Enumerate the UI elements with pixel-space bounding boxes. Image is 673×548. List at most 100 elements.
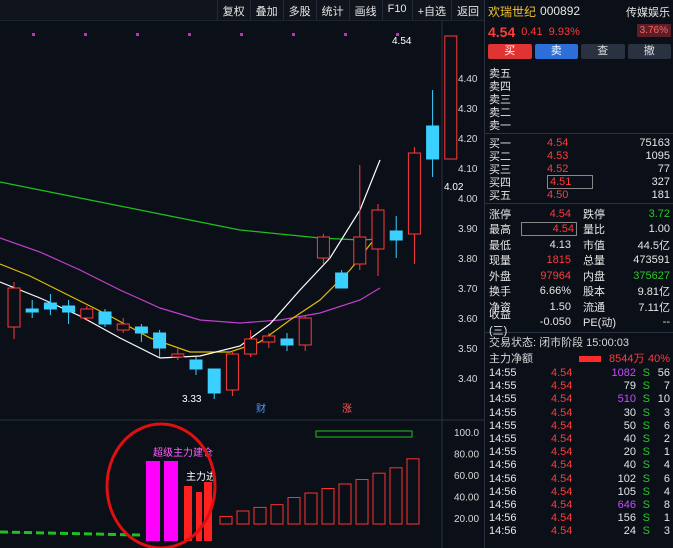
tick-volume: 156 — [617, 512, 636, 525]
candlestick-chart[interactable]: 4.40 4.30 4.20 4.10 4.00 3.90 3.80 3.70 3.60 3.50… — [0, 20, 484, 548]
tick-row: 14:55 4.54 30 S 3 — [485, 407, 673, 420]
main-flow-row: 主力净额 8544万 40% — [485, 351, 673, 367]
tick-count: 2 — [663, 432, 670, 445]
tick-side: S — [642, 459, 650, 472]
candle-body — [225, 353, 239, 391]
stats-row: 换手 6.66% 股本 9.81亿 — [485, 284, 673, 300]
tick-volume: 1082 — [611, 367, 636, 379]
indicator-annotation: 主力进 — [186, 470, 216, 483]
tick-row: 14:55 4.54 20 S 1 — [485, 446, 673, 459]
sell-button[interactable]: 卖 — [534, 44, 578, 59]
tick-price: 4.54 — [551, 472, 573, 485]
indicator-hollow-bar — [253, 506, 267, 525]
tick-volume: 79 — [623, 380, 636, 393]
tick-volume: 510 — [617, 393, 636, 406]
tick-time: 14:56 — [489, 459, 517, 472]
tick-row: 14:55 4.54 40 S 2 — [485, 433, 673, 446]
sector-label[interactable]: 传媒娱乐 — [626, 4, 670, 20]
candle-body — [244, 338, 258, 355]
stat-label: 总量 — [583, 255, 605, 268]
query-button[interactable]: 查 — [581, 44, 625, 59]
tick-price: 4.54 — [551, 512, 573, 525]
tick-time: 14:55 — [489, 419, 517, 432]
stock-code: 000892 — [540, 4, 581, 18]
candle-body — [134, 326, 148, 334]
candle-body — [280, 338, 294, 346]
stat-value: 9.81亿 — [637, 286, 670, 299]
tick-side: S — [642, 367, 650, 379]
tick-count: 56 — [657, 367, 670, 379]
tick-count: 7 — [663, 380, 670, 393]
stat-value: -0.050 — [539, 316, 571, 329]
stat-label: 内盘 — [583, 270, 605, 283]
top-marker-dot — [136, 33, 139, 36]
indicator-hollow-bar — [219, 515, 233, 525]
candle-body — [7, 287, 21, 328]
stats-table: 涨停 4.54 跌停 3.72 最高 4.54 量比 1.00 最低 4.13 市值 44.5亿 现量 1… — [485, 206, 673, 338]
tick-list[interactable]: 14:55 4.54 1082 S 56 14:55 4.54 79 S 7 14:55 4.54 51… — [485, 367, 673, 538]
withdraw-button[interactable]: 撤 — [627, 44, 671, 59]
candle-body — [43, 302, 57, 310]
bid-volume: 77 — [657, 162, 670, 175]
event-marker: 涨 — [342, 403, 352, 415]
bid-volume: 1095 — [645, 149, 670, 162]
kline-chart-area[interactable]: 复权 叠加 多股 统计 画线 F10 +自选 返回 4.40 4.30 4.20 4.… — [0, 0, 484, 548]
stat-value: 1.00 — [648, 223, 670, 236]
toolbar-button-adjust[interactable]: 复权 — [216, 0, 250, 20]
stat-label: 外盘 — [489, 270, 511, 283]
stat-label: 市值 — [583, 239, 605, 252]
stats-row: 最低 4.13 市值 44.5亿 — [485, 237, 673, 253]
tick-volume: 24 — [623, 525, 636, 538]
trade-status-value: 闭市阶段 15:00:03 — [539, 337, 629, 349]
indicator-hollow-bar — [389, 467, 403, 525]
indicator-strong-bar — [164, 461, 178, 541]
top-marker-dot — [84, 33, 87, 36]
chart-toolbar: 复权 叠加 多股 统计 画线 F10 +自选 返回 — [0, 0, 484, 21]
toolbar-button-overlay[interactable]: 叠加 — [249, 0, 283, 20]
toolbar-button-multi[interactable]: 多股 — [282, 0, 316, 20]
stat-label: 换手 — [489, 286, 511, 299]
price-tick-label: 3.60 — [458, 314, 478, 325]
tick-row: 14:55 4.54 510 S 10 — [485, 393, 673, 406]
price-tick-label: 4.00 — [458, 194, 478, 205]
buy-button[interactable]: 买 — [488, 44, 532, 59]
tick-price: 4.54 — [551, 459, 573, 472]
stat-value: 4.54 — [521, 222, 577, 237]
order-book-asks: 卖五 卖四 卖三 卖二 卖一 — [485, 66, 673, 132]
tick-time: 14:55 — [489, 406, 517, 419]
price-change: 0.41 — [521, 26, 543, 38]
indicator-hollow-bar — [270, 504, 284, 525]
stat-label: 收益(三) — [489, 309, 511, 338]
top-marker-dot — [188, 33, 191, 36]
candle-body — [98, 311, 112, 325]
toolbar-button-watchlist[interactable]: +自选 — [411, 0, 451, 20]
highlight-circle — [105, 422, 217, 548]
trade-actions: 买 卖 查 撤 — [485, 42, 673, 66]
price-tick-label: 3.50 — [458, 344, 478, 355]
candle-body — [298, 317, 312, 346]
bid-row[interactable]: 买五 4.50 181 — [485, 188, 673, 202]
stats-row: 外盘 97964 内盘 375627 — [485, 268, 673, 284]
tick-time: 14:55 — [489, 367, 517, 379]
top-marker-dot — [292, 33, 295, 36]
stat-value: 6.66% — [539, 285, 571, 298]
toolbar-button-draw[interactable]: 画线 — [348, 0, 382, 20]
tick-count: 6 — [663, 419, 670, 432]
price-tick-label: 3.40 — [458, 374, 478, 385]
toolbar-button-stats[interactable]: 统计 — [315, 0, 349, 20]
indicator-tick-label: 40.00 — [454, 493, 479, 504]
candle-body — [335, 272, 349, 289]
price-tick-label: 3.80 — [458, 254, 478, 265]
price-tick-label: 3.90 — [458, 224, 478, 235]
price-change-pct: 9.93% — [548, 26, 580, 38]
toolbar-button-f10[interactable]: F10 — [381, 0, 412, 20]
bid-price: 4.51 — [547, 174, 593, 189]
toolbar-button-back[interactable]: 返回 — [451, 0, 484, 20]
main-flow-amount: 8544万 — [609, 353, 645, 365]
high-price-label: 4.54 — [392, 36, 412, 47]
bid-price: 4.50 — [547, 188, 569, 201]
top-marker-dot — [344, 33, 347, 36]
ask-row[interactable]: 卖一 — [485, 118, 673, 132]
indicator-hollow-bar — [355, 479, 369, 525]
stat-value: 375627 — [633, 269, 670, 282]
